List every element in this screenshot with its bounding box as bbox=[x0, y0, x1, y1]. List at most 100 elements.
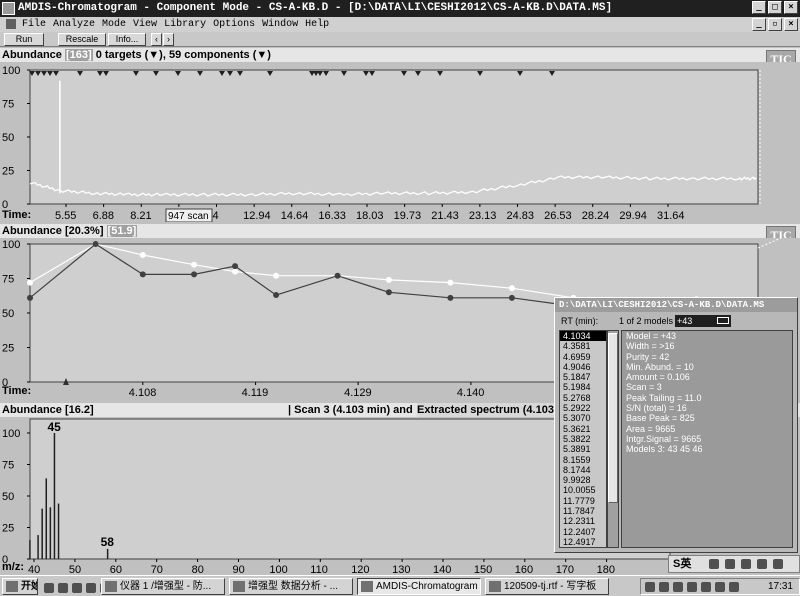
tray-icon-5[interactable] bbox=[701, 582, 711, 592]
network-icon[interactable] bbox=[729, 582, 739, 592]
volume-icon[interactable] bbox=[715, 582, 725, 592]
desktop-icon[interactable] bbox=[58, 583, 68, 593]
rescale-button[interactable]: Rescale bbox=[58, 33, 106, 46]
tic-x-tick-label: 31.64 bbox=[657, 210, 685, 222]
document-icon[interactable] bbox=[6, 19, 16, 29]
profile-ion-point bbox=[232, 263, 239, 270]
media-icon[interactable] bbox=[72, 583, 82, 593]
task-data-analysis[interactable]: 增强型 数据分析 - ... bbox=[229, 578, 353, 595]
rt-list-scrollbar[interactable] bbox=[607, 330, 619, 548]
rt-list-item[interactable]: 5.3891 bbox=[560, 444, 606, 454]
profile-ion-point bbox=[385, 289, 392, 296]
rt-list-item[interactable]: 11.7847 bbox=[560, 506, 606, 516]
moon-icon[interactable] bbox=[709, 559, 719, 569]
doc-close-button[interactable]: × bbox=[784, 18, 798, 31]
rt-list-item[interactable]: 5.3621 bbox=[560, 424, 606, 434]
profile-y-tick-label: 75 bbox=[2, 274, 14, 286]
minimize-button[interactable]: _ bbox=[752, 1, 766, 14]
rt-list-item[interactable]: 8.1744 bbox=[560, 465, 606, 475]
rt-label: RT (min): bbox=[561, 316, 599, 326]
rt-list-item[interactable]: 5.3822 bbox=[560, 434, 606, 444]
tic-y-tick-label: 50 bbox=[2, 132, 14, 144]
menu-analyze[interactable]: Analyze bbox=[51, 17, 100, 32]
component-info-popup[interactable]: D:\DATA\LI\CESHI2012\CS-A-KB.D\DATA.MS R… bbox=[554, 297, 798, 553]
rt-list-item[interactable]: 5.2922 bbox=[560, 403, 606, 413]
skin-icon[interactable] bbox=[757, 559, 767, 569]
settings-icon[interactable] bbox=[773, 559, 783, 569]
rt-list-item[interactable]: 5.3070 bbox=[560, 413, 606, 423]
ime-toolbar[interactable]: S英 bbox=[668, 555, 800, 573]
profile-pane-header: Abundance [20.3%] [51.9] bbox=[0, 224, 800, 238]
profile-ion-point bbox=[27, 294, 33, 301]
punctuation-icon[interactable] bbox=[725, 559, 735, 569]
tic-y-tick-label: 75 bbox=[2, 99, 14, 111]
tic-x-tick-label: 8.21 bbox=[130, 210, 151, 222]
menu-view[interactable]: View bbox=[131, 17, 162, 32]
tic-x-tick-label: 28.24 bbox=[582, 210, 610, 222]
menu-help[interactable]: Help bbox=[303, 17, 334, 32]
keyboard-icon[interactable] bbox=[741, 559, 751, 569]
clock[interactable]: 17:31 bbox=[768, 580, 793, 594]
task-amdis[interactable]: AMDIS-Chromatogram ... bbox=[357, 578, 481, 595]
rt-list-item[interactable]: 8.1559 bbox=[560, 455, 606, 465]
tic-x-tick-label: 21.43 bbox=[431, 210, 459, 222]
run-button[interactable]: Run bbox=[4, 33, 44, 46]
start-button[interactable]: 开始 bbox=[2, 578, 38, 595]
model-select[interactable]: +43 bbox=[675, 315, 731, 327]
menu-options[interactable]: Options bbox=[211, 17, 260, 32]
tray-icon-3[interactable] bbox=[673, 582, 683, 592]
browser-icon[interactable] bbox=[44, 583, 54, 593]
menu-file[interactable]: File bbox=[20, 17, 51, 32]
task-amdis-label: AMDIS-Chromatogram ... bbox=[376, 581, 481, 592]
spectrum-extracted-label[interactable]: Extracted spectrum (4.103 bbox=[417, 403, 554, 417]
explorer-icon[interactable] bbox=[86, 583, 96, 593]
tray-icon-4[interactable] bbox=[687, 582, 697, 592]
tic-component-summary[interactable]: 0 targets (▼), 59 components (▼) bbox=[96, 49, 271, 61]
rt-list-item[interactable]: 12.2407 bbox=[560, 527, 606, 537]
data-analysis-app-icon bbox=[233, 581, 245, 592]
rt-list-item[interactable]: 4.9046 bbox=[560, 362, 606, 372]
menu-window[interactable]: Window bbox=[260, 17, 303, 32]
dropdown-icon[interactable] bbox=[717, 317, 729, 324]
ime-label[interactable]: S英 bbox=[669, 558, 691, 570]
rt-list-item[interactable]: 4.6959 bbox=[560, 352, 606, 362]
profile-ion-point bbox=[273, 292, 280, 299]
task-instrument[interactable]: 仪器 1 /增强型 - 防... bbox=[101, 578, 225, 595]
menu-library[interactable]: Library bbox=[162, 17, 211, 32]
rt-list-item[interactable]: 4.1034 bbox=[560, 331, 606, 342]
next-component-button[interactable]: › bbox=[163, 33, 174, 46]
popup-title[interactable]: D:\DATA\LI\CESHI2012\CS-A-KB.D\DATA.MS bbox=[555, 298, 797, 312]
doc-minimize-button[interactable]: _ bbox=[752, 18, 766, 31]
profile-x-tick-label: 4.108 bbox=[129, 387, 157, 399]
rt-list[interactable]: 4.1034 4.3581 4.6959 4.9046 5.1847 5.1984 5.27… bbox=[559, 330, 607, 548]
rt-list-item[interactable]: 5.1984 bbox=[560, 382, 606, 392]
profile-model-point bbox=[447, 279, 454, 286]
spectrum-x-tick-label: 140 bbox=[433, 564, 451, 575]
task-wordpad[interactable]: 120509-tj.rtf - 写字板 bbox=[485, 578, 609, 595]
rt-list-item[interactable]: 11.7779 bbox=[560, 496, 606, 506]
maximize-button[interactable]: □ bbox=[768, 1, 782, 14]
spectrum-x-tick-label: 70 bbox=[151, 564, 163, 575]
rt-list-item[interactable]: 9.9928 bbox=[560, 475, 606, 485]
tray-icon-2[interactable] bbox=[659, 582, 669, 592]
close-button[interactable]: × bbox=[784, 1, 798, 14]
rt-list-item[interactable]: 5.1847 bbox=[560, 372, 606, 382]
tic-x-tick-label: 4 bbox=[213, 210, 219, 222]
models-count: 1 of 2 models bbox=[619, 316, 674, 326]
menu-mode[interactable]: Mode bbox=[100, 17, 131, 32]
tic-time-label: Time: bbox=[2, 209, 31, 221]
doc-restore-button[interactable]: ▫ bbox=[768, 18, 782, 31]
scrollbar-thumb[interactable] bbox=[608, 333, 618, 503]
rt-list-item[interactable]: 5.2768 bbox=[560, 393, 606, 403]
tray-icon-1[interactable] bbox=[645, 582, 655, 592]
rt-list-item[interactable]: 12.2311 bbox=[560, 516, 606, 526]
info-button[interactable]: Info... bbox=[108, 33, 146, 46]
rt-list-item[interactable]: 12.4917 bbox=[560, 537, 606, 547]
prev-component-button[interactable]: ‹ bbox=[151, 33, 162, 46]
tic-chart[interactable]: 1007550250 5.556.888.219.5412.9414.6416.… bbox=[0, 62, 800, 222]
amdis-app-icon bbox=[361, 581, 373, 592]
info-line: Width = >16 bbox=[626, 341, 675, 352]
rt-list-item[interactable]: 10.0055 bbox=[560, 485, 606, 495]
info-line: Area = 9665 bbox=[626, 423, 676, 434]
rt-list-item[interactable]: 4.3581 bbox=[560, 341, 606, 351]
